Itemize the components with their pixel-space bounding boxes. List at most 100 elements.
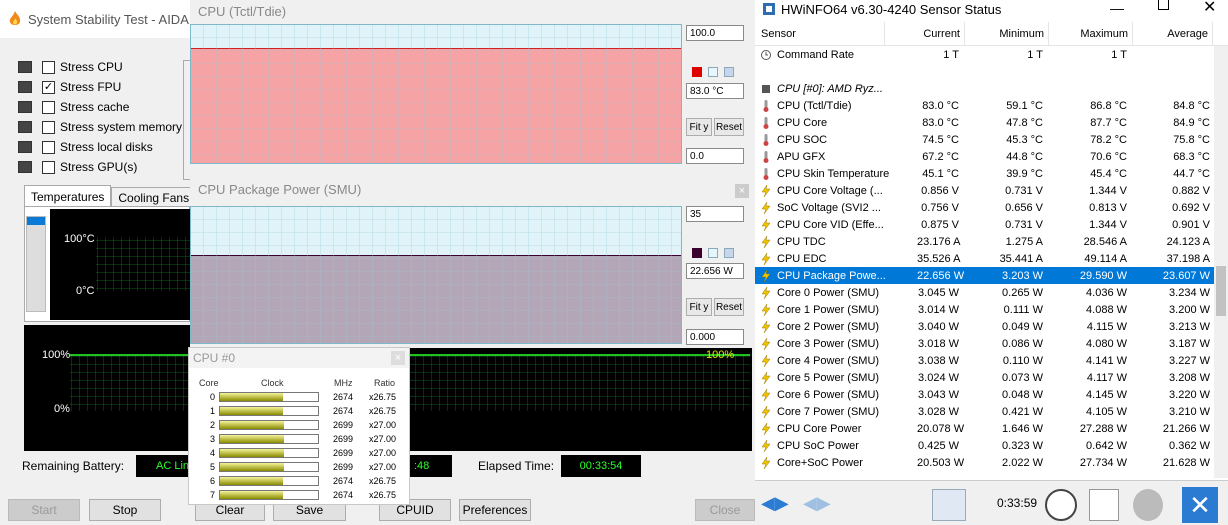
sensor-minimum: 0.421 W [1002,405,1043,418]
sensor-row[interactable]: CPU Core Voltage (... 0.856 V 0.731 V 1.344… [755,182,1214,199]
cpu-temp-max[interactable]: 100.0 [686,25,744,41]
cpu-temp-reset-button[interactable]: Reset [714,118,744,136]
cpu-temp-grid-swatch[interactable] [724,67,734,77]
sensor-average: 0.882 V [1172,184,1210,197]
stress-checkbox[interactable] [42,60,55,74]
chip-icon [762,84,770,93]
network-icon[interactable] [932,489,966,521]
sensor-name: Core+SoC Power [777,456,863,469]
clock-icon[interactable] [1045,489,1077,521]
sensor-row[interactable]: Core 7 Power (SMU) 3.028 W 0.421 W 4.105 W 3… [755,403,1214,420]
cpu-power-max[interactable]: 35 [686,206,744,222]
stress-option[interactable]: Stress CPU [18,57,188,77]
sensor-name: SoC Voltage (SVI2 ... [777,201,881,214]
sensor-row[interactable]: CPU Core Power 20.078 W 1.646 W 27.288 W 21.… [755,420,1214,437]
tab-temperatures[interactable]: Temperatures [24,185,112,207]
cpu-power-bg-swatch[interactable] [708,248,718,258]
close-button[interactable]: Close [695,499,755,521]
stress-checkbox[interactable] [42,120,55,134]
sensor-row[interactable]: CPU (Tctl/Tdie) 83.0 °C 59.1 °C 86.8 °C 84.8… [755,97,1214,114]
sensor-row[interactable]: SoC Voltage (SVI2 ... 0.756 V 0.656 V 0.813… [755,199,1214,216]
sensor-row[interactable]: Command Rate 1 T 1 T 1 T [755,46,1214,63]
stress-checkbox[interactable] [42,140,55,154]
cpu0-header-clock: Clock [261,378,284,388]
sensor-scrollbar[interactable] [1214,46,1228,478]
stress-option[interactable]: ✓ Stress FPU [18,77,188,97]
col-average[interactable]: Average [1133,22,1213,45]
sensor-row[interactable]: CPU Core 83.0 °C 47.8 °C 87.7 °C 84.9 °C [755,114,1214,131]
sensor-row[interactable]: Core 2 Power (SMU) 3.040 W 0.049 W 4.115 W 3… [755,318,1214,335]
sensor-name: CPU (Tctl/Tdie) [777,99,852,112]
maximize-icon[interactable] [1158,0,1169,10]
stress-option[interactable]: Stress local disks [18,137,188,157]
stop-button[interactable]: Stop [89,499,161,521]
exit-icon[interactable]: ✕ [1182,487,1218,523]
core-index: 5 [209,462,215,472]
core-clock-fill [220,463,284,471]
sensor-row[interactable]: Core 1 Power (SMU) 3.014 W 0.111 W 4.088 W 3… [755,301,1214,318]
start-button[interactable]: Start [8,499,80,521]
stress-options: Stress CPU ✓ Stress FPU Stress cache Stress … [18,57,188,177]
sensor-row[interactable]: CPU SoC Power 0.425 W 0.323 W 0.642 W 0.362 … [755,437,1214,454]
sensor-row[interactable]: CPU EDC 35.526 A 35.441 A 49.114 A 37.198 A [755,250,1214,267]
sensor-group-row[interactable]: CPU [#0]: AMD Ryz... [755,80,1214,97]
close-window-icon[interactable]: ✕ [1203,0,1216,17]
cpu-temp-color-swatch[interactable] [692,67,702,77]
nav-back-forward-icon[interactable]: ◀▶ [761,493,789,514]
sensor-row[interactable]: Core 3 Power (SMU) 3.018 W 0.086 W 4.080 W 3… [755,335,1214,352]
stress-option[interactable]: Stress system memory [18,117,188,137]
settings-gear-icon[interactable] [1133,489,1163,521]
lightning-icon [761,218,771,231]
sensor-row[interactable]: APU GFX 67.2 °C 44.8 °C 70.6 °C 68.3 °C [755,148,1214,165]
cpu-power-grid-swatch[interactable] [724,248,734,258]
cpu-power-color-swatch[interactable] [692,248,702,258]
cpu-power-fit-y-button[interactable]: Fit y [686,298,712,316]
sensor-row[interactable]: Core 5 Power (SMU) 3.024 W 0.073 W 4.117 W 3… [755,369,1214,386]
temperature-legend-scroll[interactable] [26,216,46,312]
sensor-row[interactable]: CPU TDC 23.176 A 1.275 A 28.546 A 24.123 A [755,233,1214,250]
sensor-row[interactable]: Core 6 Power (SMU) 3.043 W 0.048 W 4.145 W 3… [755,386,1214,403]
add-report-icon[interactable] [1089,489,1119,521]
sensor-row[interactable]: CPU Core VID (Effe... 0.875 V 0.731 V 1.344… [755,216,1214,233]
stress-checkbox[interactable]: ✓ [42,80,55,94]
sensor-average: 3.227 W [1169,354,1210,367]
col-sensor[interactable]: Sensor [755,22,885,45]
sensor-maximum: 70.6 °C [1090,150,1127,163]
preferences-button[interactable]: Preferences [459,499,531,521]
core-mhz: 2699 [333,420,354,430]
lightning-icon [761,354,771,367]
tab-cooling-fans[interactable]: Cooling Fans [111,187,197,207]
stress-checkbox[interactable] [42,160,55,174]
sensor-maximum: 29.590 W [1079,269,1127,282]
sensor-average: 0.692 V [1172,201,1210,214]
sensor-row[interactable]: Core+SoC Power 20.503 W 2.022 W 27.734 W 21.… [755,454,1214,471]
sensor-name: APU GFX [777,150,826,163]
stress-option[interactable]: Stress GPU(s) [18,157,188,177]
cpu-power-min[interactable]: 0.000 [686,329,744,345]
stress-option-label: Stress local disks [60,140,153,154]
cpu-power-reset-button[interactable]: Reset [714,298,744,316]
sensor-row[interactable] [755,63,1214,80]
col-current[interactable]: Current [885,22,965,45]
core-mhz: 2699 [333,434,354,444]
cpu-temp-fit-y-button[interactable]: Fit y [686,118,712,136]
sensor-row[interactable]: CPU SOC 74.5 °C 45.3 °C 78.2 °C 75.8 °C [755,131,1214,148]
cpu-power-close-icon[interactable]: × [735,184,749,198]
stress-option[interactable]: Stress cache [18,97,188,117]
cpu-temp-bg-swatch[interactable] [708,67,718,77]
sensor-name: CPU Skin Temperature [777,167,890,180]
col-maximum[interactable]: Maximum [1049,22,1133,45]
sensor-row[interactable]: CPU Package Powe... 22.656 W 3.203 W 29.590… [755,267,1214,284]
sensor-row[interactable]: Core 4 Power (SMU) 3.038 W 0.110 W 4.141 W 3… [755,352,1214,369]
sensor-scrollbar-thumb[interactable] [1216,266,1226,316]
minimize-icon[interactable]: — [1110,0,1124,16]
cpu0-close-icon[interactable]: × [391,351,405,365]
stress-checkbox[interactable] [42,100,55,114]
col-minimum[interactable]: Minimum [965,22,1049,45]
cpu-temp-min[interactable]: 0.0 [686,148,744,164]
cpu-power-graph-title: CPU Package Power (SMU) [198,181,362,197]
nav-collapse-icon[interactable]: ◀▶ [803,493,831,514]
core-ratio: x26.75 [369,490,397,500]
sensor-row[interactable]: Core 0 Power (SMU) 3.045 W 0.265 W 4.036 W 3… [755,284,1214,301]
sensor-row[interactable]: CPU Skin Temperature 45.1 °C 39.9 °C 45.4 °… [755,165,1214,182]
